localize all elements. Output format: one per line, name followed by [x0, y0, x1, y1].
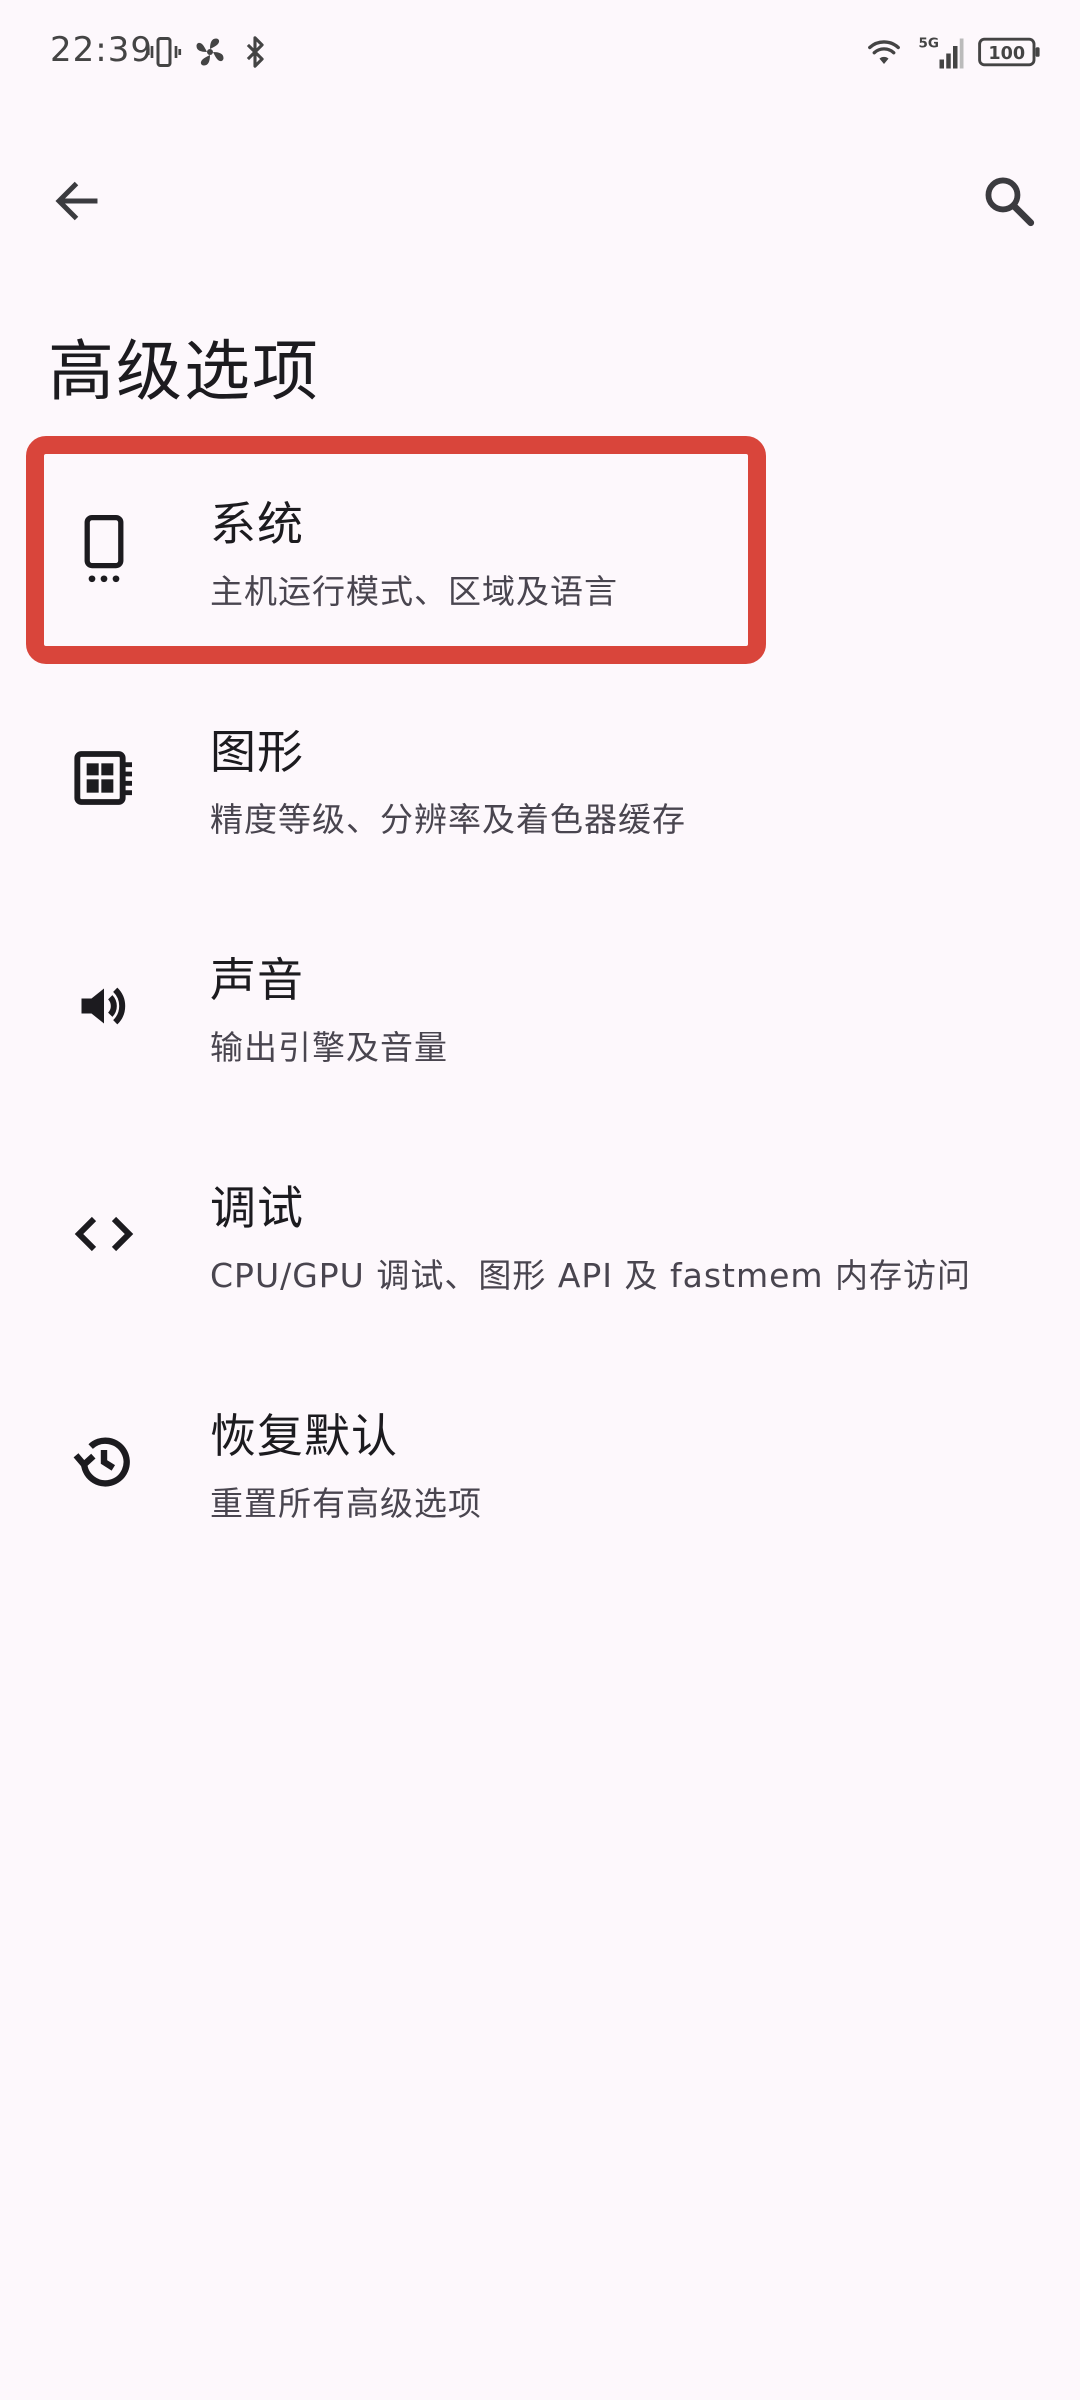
menu-item-title: 调试: [210, 1181, 304, 1235]
network-label: 5G: [919, 36, 939, 52]
status-left-icons: [146, 34, 272, 70]
menu-item-subtitle: 输出引擎及音量: [210, 1028, 448, 1067]
menu-item-subtitle: 精度等级、分辨率及着色器缓存: [210, 800, 686, 839]
status-time: 22:39: [50, 30, 153, 70]
menu-item-subtitle: 主机运行模式、区域及语言: [210, 572, 618, 611]
status-bar: 22:39 5G 100: [0, 0, 1080, 110]
search-icon: [980, 172, 1038, 234]
history-icon: [64, 1422, 144, 1502]
signal-5g-icon: 5G: [918, 34, 964, 70]
settings-list: 系统 主机运行模式、区域及语言 图形 精度等级、分辨率及着色器缓存 声音 输出引…: [0, 440, 1080, 1580]
menu-item-debug[interactable]: 调试 CPU/GPU 调试、图形 API 及 fastmem 内存访问: [0, 1124, 1080, 1352]
menu-item-sound[interactable]: 声音 输出引擎及音量: [0, 896, 1080, 1124]
menu-item-title: 图形: [210, 725, 304, 779]
battery-icon: 100: [978, 35, 1042, 69]
wifi-icon: [864, 34, 904, 70]
phone-icon: [64, 510, 144, 590]
vibrate-icon: [146, 34, 182, 70]
battery-level: 100: [988, 44, 1025, 64]
speaker-icon: [64, 966, 144, 1046]
page-title: 高级选项: [48, 333, 320, 410]
chip-icon: [64, 738, 144, 818]
menu-item-subtitle: 重置所有高级选项: [210, 1484, 482, 1523]
menu-item-graphics[interactable]: 图形 精度等级、分辨率及着色器缓存: [0, 668, 1080, 896]
menu-item-subtitle: CPU/GPU 调试、图形 API 及 fastmem 内存访问: [210, 1256, 972, 1295]
arrow-back-icon: [50, 174, 104, 232]
code-icon: [64, 1194, 144, 1274]
menu-item-title: 声音: [210, 953, 304, 1007]
fan-icon: [192, 34, 228, 70]
bluetooth-icon: [238, 34, 272, 70]
back-button[interactable]: [42, 168, 112, 238]
status-right-icons: 5G 100: [864, 34, 1042, 70]
menu-item-title: 系统: [210, 497, 304, 551]
app-bar: [0, 150, 1080, 250]
menu-item-title: 恢复默认: [210, 1409, 398, 1463]
menu-item-system[interactable]: 系统 主机运行模式、区域及语言: [0, 440, 1080, 668]
menu-item-restore-defaults[interactable]: 恢复默认 重置所有高级选项: [0, 1352, 1080, 1580]
search-button[interactable]: [974, 168, 1044, 238]
